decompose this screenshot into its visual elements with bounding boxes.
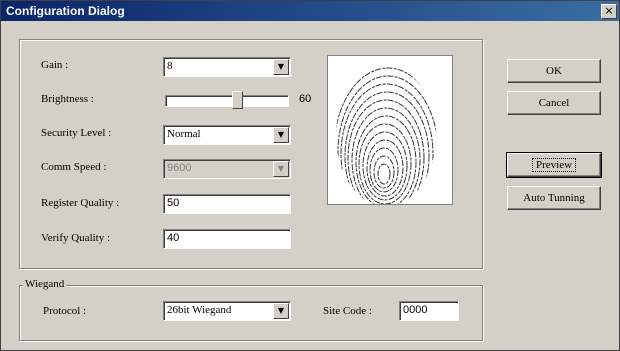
security-level-value: Normal bbox=[167, 128, 201, 140]
verify-quality-value: 40 bbox=[167, 232, 180, 244]
comm-speed-label: Comm Speed : bbox=[41, 161, 107, 173]
register-quality-label: Register Quality : bbox=[41, 197, 120, 209]
protocol-value: 26bit Wiegand bbox=[167, 304, 232, 316]
register-quality-value: 50 bbox=[167, 197, 180, 209]
brightness-value: 60 bbox=[299, 93, 312, 105]
verify-quality-input[interactable]: 40 bbox=[163, 229, 291, 249]
cancel-button[interactable]: Cancel bbox=[507, 91, 601, 115]
title-bar[interactable]: Configuration Dialog × bbox=[1, 1, 619, 21]
security-level-label: Security Level : bbox=[41, 127, 112, 139]
ok-button-label: OK bbox=[546, 65, 562, 77]
chevron-down-icon: ▼ bbox=[273, 161, 289, 177]
cancel-button-label: Cancel bbox=[538, 97, 570, 109]
auto-tuning-button-label: Auto Tunning bbox=[523, 192, 585, 204]
site-code-input[interactable]: 0000 bbox=[399, 301, 459, 321]
site-code-value: 0000 bbox=[403, 304, 428, 316]
register-quality-input[interactable]: 50 bbox=[163, 194, 291, 214]
site-code-label: Site Code : bbox=[323, 305, 372, 317]
gain-value: 8 bbox=[167, 60, 173, 72]
preview-button-label: Preview bbox=[531, 158, 577, 172]
wiegand-group-label: Wiegand bbox=[23, 278, 67, 290]
auto-tuning-button[interactable]: Auto Tunning bbox=[507, 186, 601, 210]
window-title: Configuration Dialog bbox=[6, 4, 125, 18]
preview-button[interactable]: Preview bbox=[506, 152, 602, 178]
verify-quality-label: Verify Quality : bbox=[41, 232, 111, 244]
gain-select[interactable]: 8 ▼ bbox=[163, 57, 291, 77]
protocol-label: Protocol : bbox=[43, 305, 87, 317]
brightness-label: Brightness : bbox=[41, 93, 94, 105]
comm-speed-value: 9600 bbox=[167, 162, 192, 174]
comm-speed-select: 9600 ▼ bbox=[163, 159, 291, 179]
security-level-select[interactable]: Normal ▼ bbox=[163, 125, 291, 145]
brightness-slider-track[interactable] bbox=[165, 95, 289, 107]
protocol-select[interactable]: 26bit Wiegand ▼ bbox=[163, 301, 291, 321]
gain-label: Gain : bbox=[41, 59, 69, 71]
fingerprint-icon bbox=[336, 67, 436, 206]
ok-button[interactable]: OK bbox=[507, 59, 601, 83]
configuration-dialog: Configuration Dialog × Gain : 8 ▼ Bright… bbox=[0, 0, 620, 351]
brightness-slider-thumb[interactable] bbox=[231, 91, 243, 109]
chevron-down-icon[interactable]: ▼ bbox=[273, 59, 289, 75]
close-icon[interactable]: × bbox=[601, 4, 617, 19]
fingerprint-image bbox=[327, 55, 453, 206]
chevron-down-icon[interactable]: ▼ bbox=[273, 127, 289, 143]
chevron-down-icon[interactable]: ▼ bbox=[273, 303, 289, 319]
